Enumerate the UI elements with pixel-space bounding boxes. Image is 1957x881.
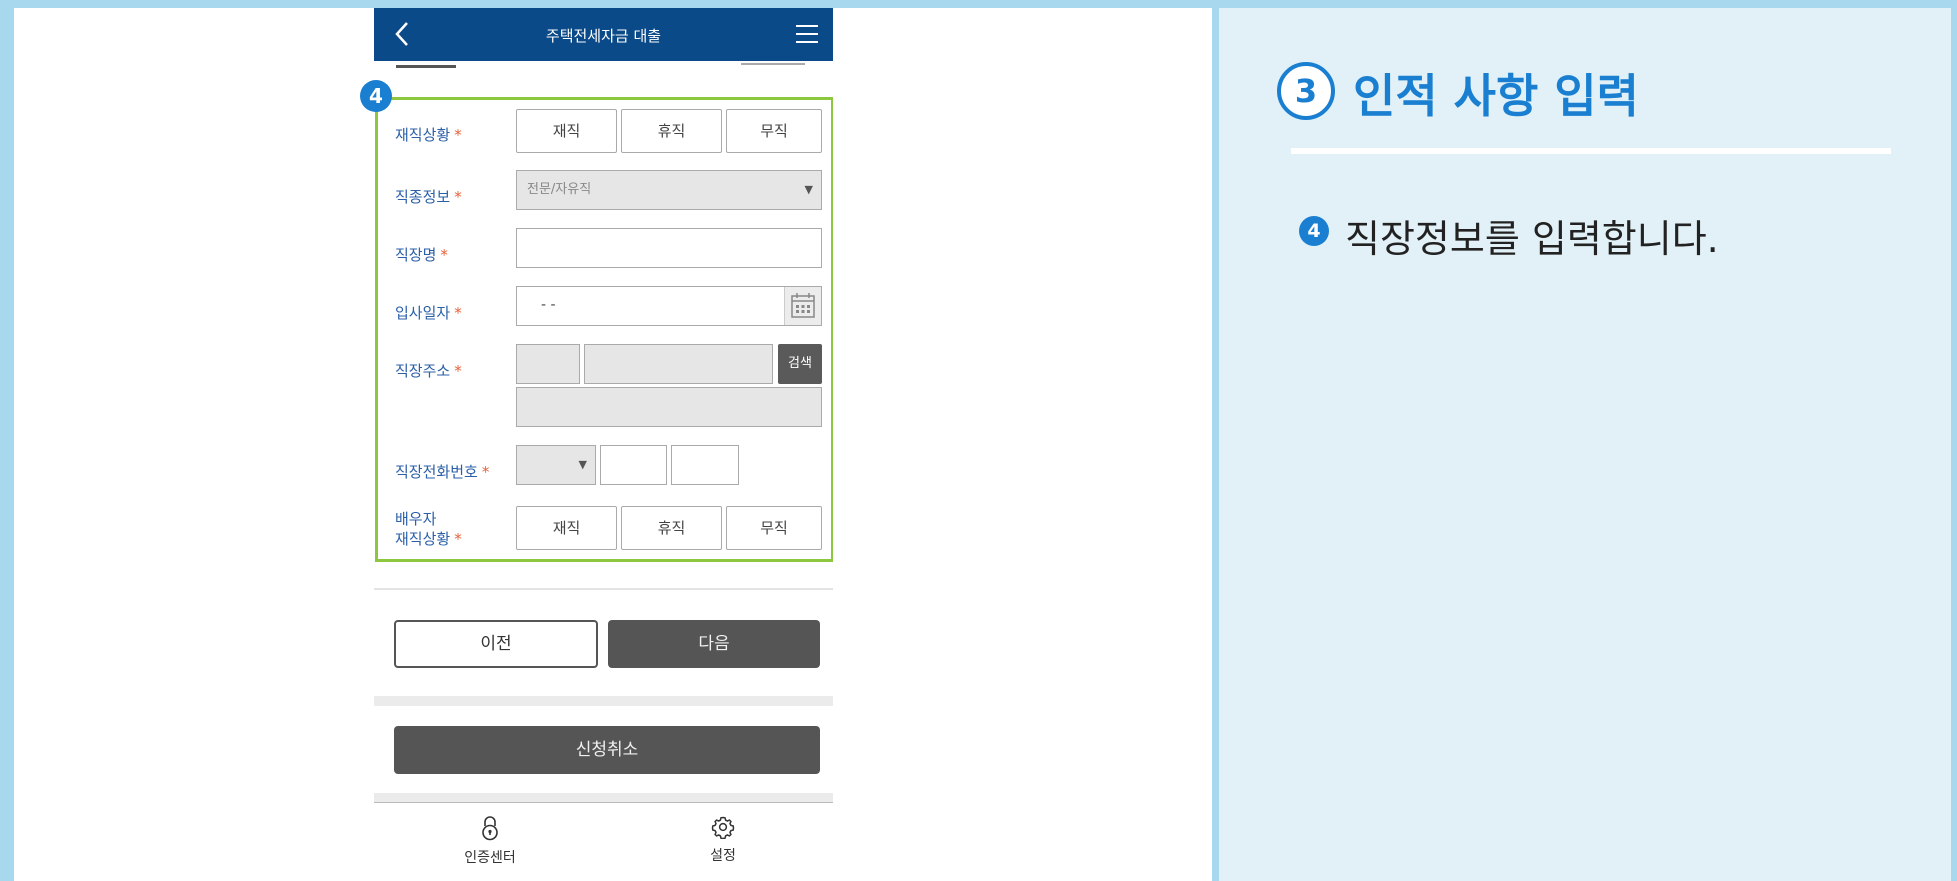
company-phone-label: 직장전화번호 * bbox=[395, 463, 490, 481]
tab-settings[interactable]: 설정 bbox=[663, 815, 783, 865]
job-type-value: 전문/자유직 bbox=[527, 182, 592, 197]
scrolled-heading-fragment bbox=[374, 61, 833, 69]
title-rule bbox=[1291, 148, 1891, 154]
panel-divider bbox=[1212, 0, 1219, 881]
lock-icon bbox=[482, 816, 498, 841]
postcode-input[interactable] bbox=[516, 344, 580, 384]
next-button[interactable]: 다음 bbox=[608, 620, 820, 668]
address-search-button[interactable]: 검색 bbox=[778, 344, 822, 384]
frame-inner-line bbox=[14, 8, 16, 881]
outer-frame-left bbox=[0, 0, 14, 881]
calendar-icon[interactable] bbox=[784, 287, 821, 325]
spouse-option-leave[interactable]: 휴직 bbox=[621, 506, 722, 550]
dropdown-caret-icon: ▼ bbox=[578, 458, 587, 471]
prev-button[interactable]: 이전 bbox=[394, 620, 598, 668]
phone-area-code-select[interactable]: ▼ bbox=[516, 445, 596, 485]
guide-panel bbox=[1219, 8, 1951, 881]
employment-option-employed[interactable]: 재직 bbox=[516, 109, 617, 153]
hire-date-value: - - bbox=[541, 297, 556, 313]
hire-date-label: 입사일자 * bbox=[395, 304, 462, 322]
workplace-form-highlight: 재직상황 * 재직 휴직 무직 직종정보 * 전문/자유직 ▼ 직장명 * 입사일자 *… bbox=[375, 97, 833, 562]
description-number-badge: 4 bbox=[1299, 216, 1329, 246]
bottom-tab-bar: 인증센터 설정 bbox=[374, 802, 833, 881]
tab-settings-label: 설정 bbox=[710, 848, 736, 864]
section-separator bbox=[374, 588, 833, 590]
outer-frame-top bbox=[0, 0, 1957, 8]
address-line1-input[interactable] bbox=[584, 344, 773, 384]
spouse-option-employed[interactable]: 재직 bbox=[516, 506, 617, 550]
section-gap bbox=[374, 793, 833, 802]
cancel-application-button[interactable]: 신청취소 bbox=[394, 726, 820, 774]
hamburger-menu-icon[interactable] bbox=[795, 22, 819, 46]
job-type-label: 직종정보 * bbox=[395, 188, 462, 206]
step-number-circle: 3 bbox=[1277, 62, 1335, 120]
phone-last-input[interactable] bbox=[671, 445, 739, 485]
employment-status-label: 재직상황 * bbox=[395, 126, 462, 144]
app-header: 주택전세자금 대출 bbox=[374, 8, 833, 61]
tab-auth-center[interactable]: 인증센터 bbox=[430, 815, 550, 867]
company-name-input[interactable] bbox=[516, 228, 822, 268]
job-type-select[interactable]: 전문/자유직 ▼ bbox=[516, 170, 822, 210]
section-title: 인적 사항 입력 bbox=[1353, 69, 1639, 123]
outer-frame-right bbox=[1951, 0, 1957, 881]
spouse-status-label: 배우자 재직상황 * bbox=[395, 510, 462, 548]
company-name-label: 직장명 * bbox=[395, 246, 448, 264]
dropdown-caret-icon: ▼ bbox=[804, 183, 813, 196]
employment-option-unemployed[interactable]: 무직 bbox=[726, 109, 822, 153]
hire-date-input[interactable]: - - bbox=[516, 286, 822, 326]
gear-icon bbox=[711, 816, 735, 839]
section-gap bbox=[374, 696, 833, 706]
app-title: 주택전세자금 대출 bbox=[545, 27, 662, 45]
description-text: 직장정보를 입력합니다. bbox=[1345, 217, 1719, 261]
phone-middle-input[interactable] bbox=[600, 445, 667, 485]
address-line2-input[interactable] bbox=[516, 387, 822, 427]
employment-option-leave[interactable]: 휴직 bbox=[621, 109, 722, 153]
tab-auth-center-label: 인증센터 bbox=[464, 850, 516, 866]
spouse-option-unemployed[interactable]: 무직 bbox=[726, 506, 822, 550]
step-marker-badge: 4 bbox=[360, 80, 392, 112]
company-address-label: 직장주소 * bbox=[395, 362, 462, 380]
phone-screen: 주택전세자금 대출 재직상황 * 재직 휴직 무직 직종정보 * 전문/자유직 ▼ … bbox=[374, 8, 833, 881]
